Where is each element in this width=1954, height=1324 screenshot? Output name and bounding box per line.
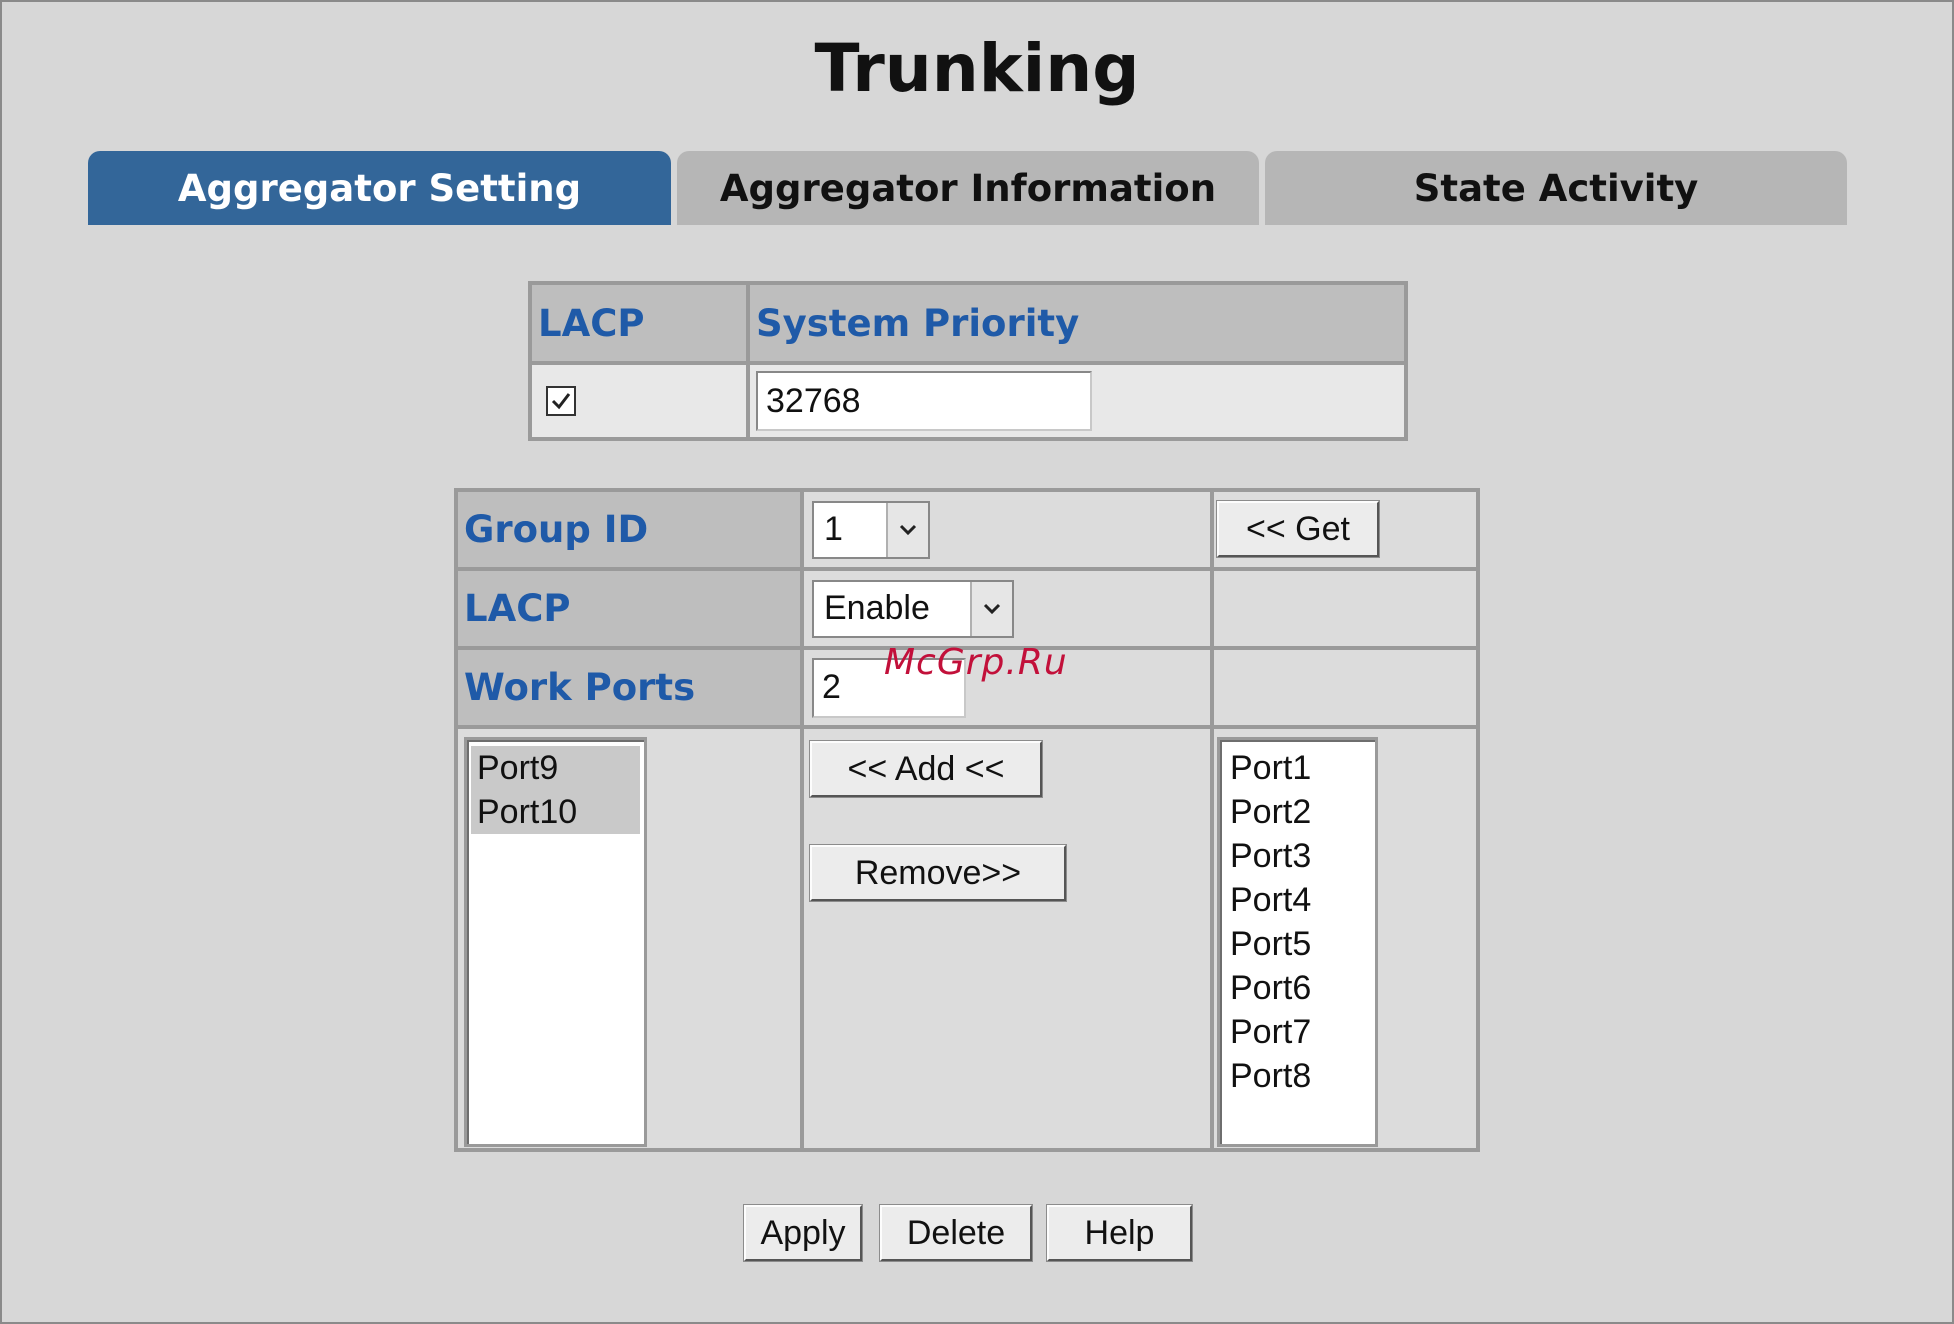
- watermark: McGrp.Ru: [884, 642, 1068, 683]
- page-title: Trunking: [814, 30, 1140, 107]
- list-item[interactable]: Port4: [1224, 878, 1371, 922]
- lacp-system-table: LACP System Priority: [528, 281, 1408, 441]
- lacp-checkbox-cell: [528, 361, 750, 441]
- lacp-group-cell: Enable: [800, 567, 1214, 650]
- group-id-select[interactable]: 1: [812, 500, 930, 559]
- lacp-select[interactable]: Enable: [812, 579, 1014, 638]
- remove-button[interactable]: Remove>>: [809, 844, 1067, 902]
- group-id-label: Group ID: [454, 488, 804, 571]
- get-button[interactable]: << Get: [1216, 500, 1380, 558]
- lacp-value: Enable: [824, 589, 930, 627]
- tab-state-activity[interactable]: State Activity: [1265, 151, 1847, 225]
- tab-label: Aggregator Information: [719, 166, 1217, 210]
- member-ports-list[interactable]: Port9 Port10: [464, 737, 647, 1147]
- tab-label: State Activity: [1413, 166, 1699, 210]
- add-button[interactable]: << Add <<: [809, 740, 1043, 798]
- work-ports-label: Work Ports: [454, 646, 804, 729]
- tab-aggregator-setting[interactable]: Aggregator Setting: [88, 151, 671, 225]
- lacp-header: LACP: [528, 281, 750, 365]
- available-ports-list[interactable]: Port1 Port2 Port3 Port4 Port5 Port6 Port…: [1217, 737, 1378, 1147]
- list-item[interactable]: Port2: [1224, 790, 1371, 834]
- system-priority-cell: [746, 361, 1408, 441]
- empty-cell: [1210, 646, 1480, 729]
- list-item[interactable]: Port1: [1224, 746, 1371, 790]
- list-item[interactable]: Port8: [1224, 1054, 1371, 1098]
- group-id-cell: 1: [800, 488, 1214, 571]
- tab-label: Aggregator Setting: [177, 166, 582, 210]
- list-item[interactable]: Port9: [471, 746, 640, 790]
- system-priority-input[interactable]: [756, 371, 1092, 431]
- list-item[interactable]: Port5: [1224, 922, 1371, 966]
- empty-cell: [1210, 567, 1480, 650]
- system-priority-header: System Priority: [746, 281, 1408, 365]
- delete-button[interactable]: Delete: [879, 1204, 1033, 1262]
- list-item[interactable]: Port3: [1224, 834, 1371, 878]
- apply-button[interactable]: Apply: [743, 1204, 863, 1262]
- list-item[interactable]: Port7: [1224, 1010, 1371, 1054]
- lacp-checkbox[interactable]: [546, 386, 576, 416]
- chevron-down-icon: [886, 502, 928, 557]
- tab-aggregator-information[interactable]: Aggregator Information: [677, 151, 1259, 225]
- list-item[interactable]: Port10: [471, 790, 640, 834]
- checkmark-icon: [551, 393, 571, 410]
- help-button[interactable]: Help: [1046, 1204, 1193, 1262]
- group-id-value: 1: [824, 510, 843, 548]
- trunking-page: Trunking Aggregator Setting Aggregator I…: [0, 0, 1954, 1324]
- list-item[interactable]: Port6: [1224, 966, 1371, 1010]
- chevron-down-icon: [970, 581, 1012, 636]
- lacp-group-label: LACP: [454, 567, 804, 650]
